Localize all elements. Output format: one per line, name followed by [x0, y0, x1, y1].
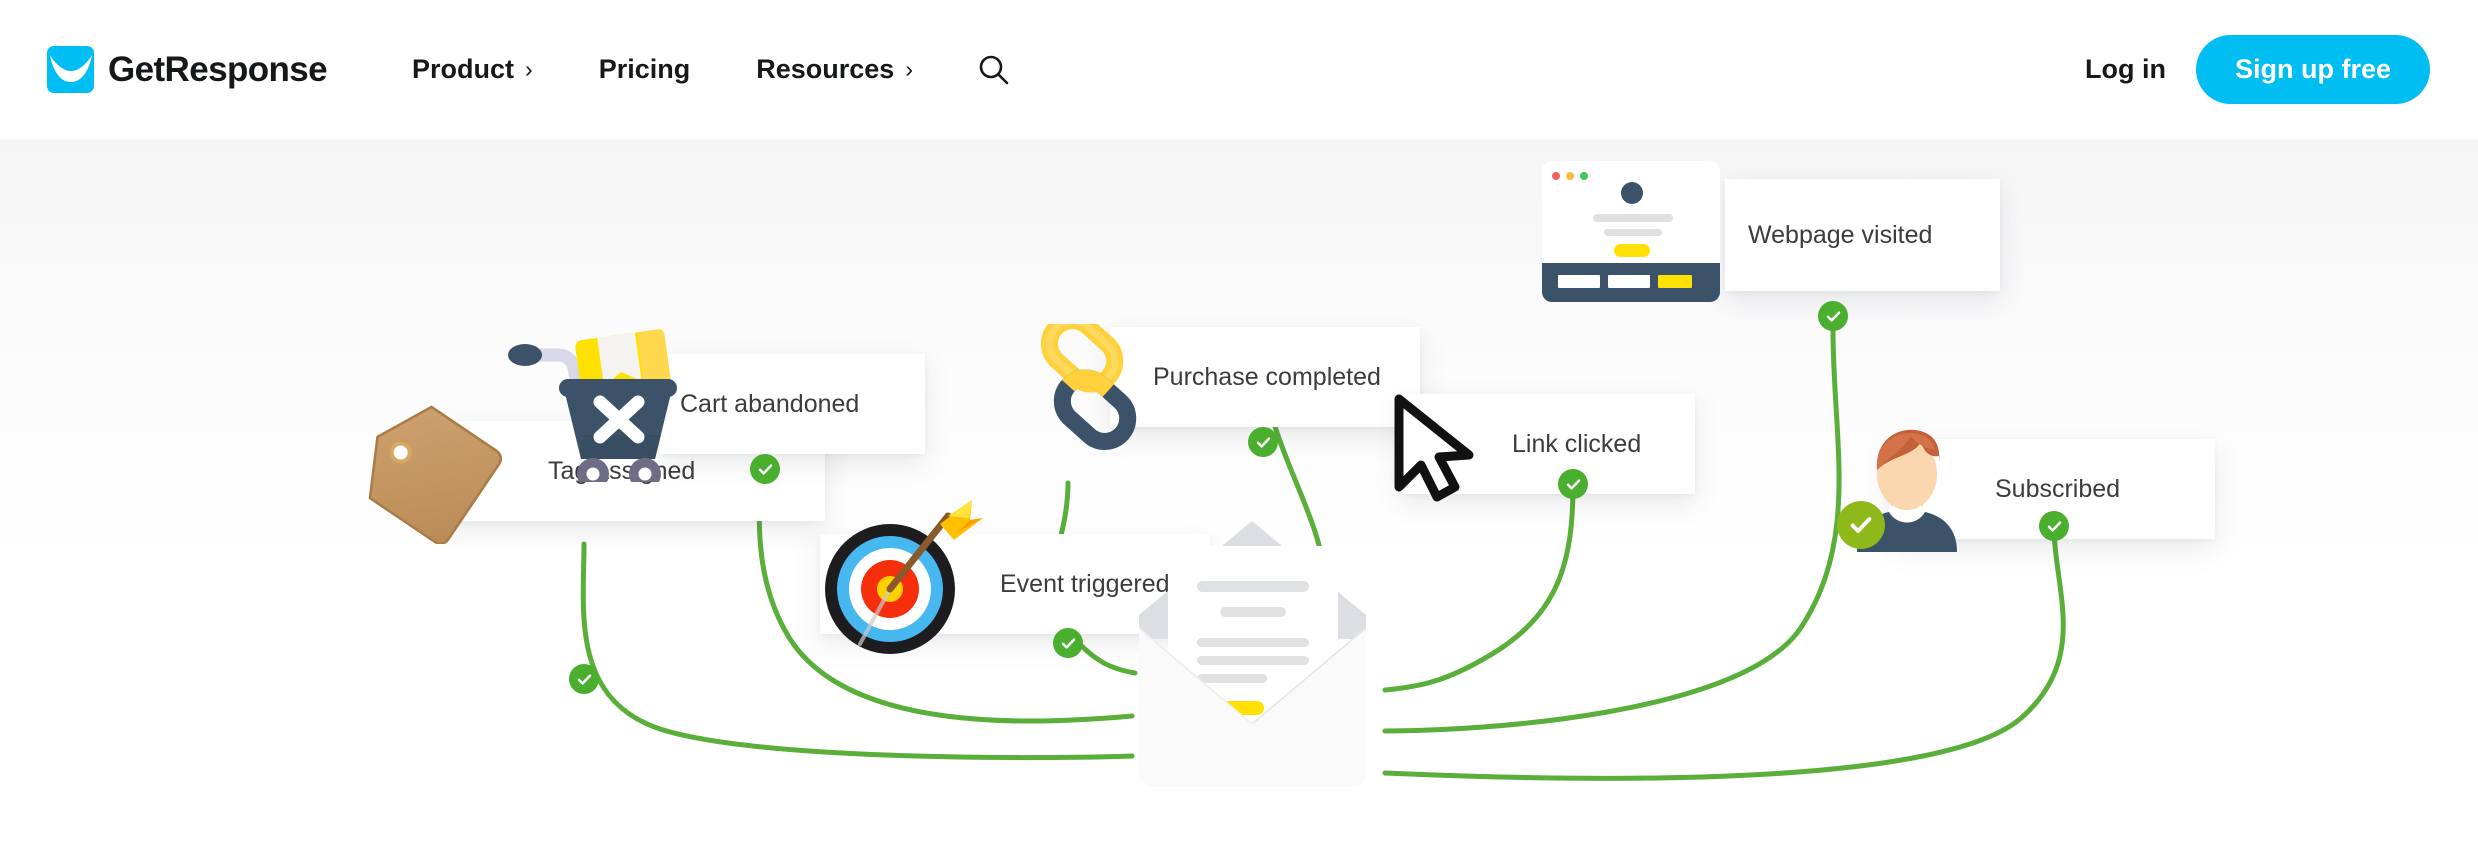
- card-purchase-completed-label: Purchase completed: [1153, 362, 1381, 391]
- brand-name: GetResponse: [108, 49, 328, 89]
- status-badge-link-clicked: [1558, 469, 1588, 499]
- envelope-glyph: [1139, 521, 1366, 787]
- card-purchase-completed[interactable]: Purchase completed: [1110, 327, 1420, 427]
- nav-item-pricing-label: Pricing: [598, 54, 691, 84]
- status-badge-subscribed-avatar: [1837, 501, 1885, 549]
- nav-item-product-label: Product: [412, 54, 515, 84]
- search-glyph: [979, 55, 1009, 84]
- brand-logo[interactable]: GetResponse: [47, 46, 328, 93]
- chevron-right-icon: ›: [905, 56, 913, 82]
- card-webpage-visited-label: Webpage visited: [1748, 220, 1933, 249]
- card-webpage-visited[interactable]: Webpage visited: [1725, 179, 2000, 291]
- logo-smile-shape: [49, 55, 92, 82]
- hero-illustration: Tag assigned Cart abandoned Event trigge…: [0, 139, 2478, 852]
- check-icon: [1061, 637, 1075, 649]
- card-tag-assigned-label: Tag assigned: [548, 456, 696, 485]
- search-icon[interactable]: [970, 46, 1018, 94]
- getresponse-envelope-logo-icon: [47, 46, 94, 93]
- check-icon: [1566, 478, 1580, 490]
- signup-free-button[interactable]: Sign up free: [2195, 35, 2430, 104]
- status-badge-webpage-visited: [1818, 301, 1848, 331]
- site-header: GetResponse Product › Pricing Resources …: [0, 0, 2478, 139]
- card-link-clicked[interactable]: Link clicked: [1400, 394, 1695, 494]
- check-icon: [758, 463, 772, 475]
- card-cart-abandoned-label: Cart abandoned: [680, 389, 860, 418]
- status-badge-event-triggered: [1053, 628, 1083, 658]
- nav-item-resources[interactable]: Resources ›: [723, 54, 946, 85]
- check-icon: [2047, 520, 2061, 532]
- nav-item-product[interactable]: Product ›: [379, 54, 566, 85]
- automation-scene: Tag assigned Cart abandoned Event trigge…: [0, 139, 2478, 852]
- check-icon: [1256, 436, 1270, 448]
- check-icon: [1826, 310, 1840, 322]
- page-root: GetResponse Product › Pricing Resources …: [0, 0, 2478, 852]
- status-badge-subscribed: [2039, 511, 2069, 541]
- status-badge-cart-abandoned: [750, 454, 780, 484]
- card-link-clicked-label: Link clicked: [1512, 429, 1642, 458]
- status-badge-purchase-completed: [1248, 427, 1278, 457]
- status-badge-tag-assigned: [569, 664, 599, 694]
- header-actions: Log in Sign up free: [2055, 35, 2430, 104]
- nav-item-pricing[interactable]: Pricing: [566, 54, 724, 85]
- open-envelope-with-letter-icon: [1125, 519, 1380, 799]
- chevron-right-icon: ›: [525, 56, 533, 82]
- card-subscribed-label: Subscribed: [1995, 474, 2121, 503]
- check-icon: [1850, 517, 1872, 533]
- main-navigation: Product › Pricing Resources ›: [379, 46, 1018, 94]
- card-cart-abandoned[interactable]: Cart abandoned: [660, 354, 925, 454]
- nav-item-resources-label: Resources: [756, 54, 895, 84]
- check-icon: [577, 673, 591, 685]
- login-link[interactable]: Log in: [2055, 54, 2196, 85]
